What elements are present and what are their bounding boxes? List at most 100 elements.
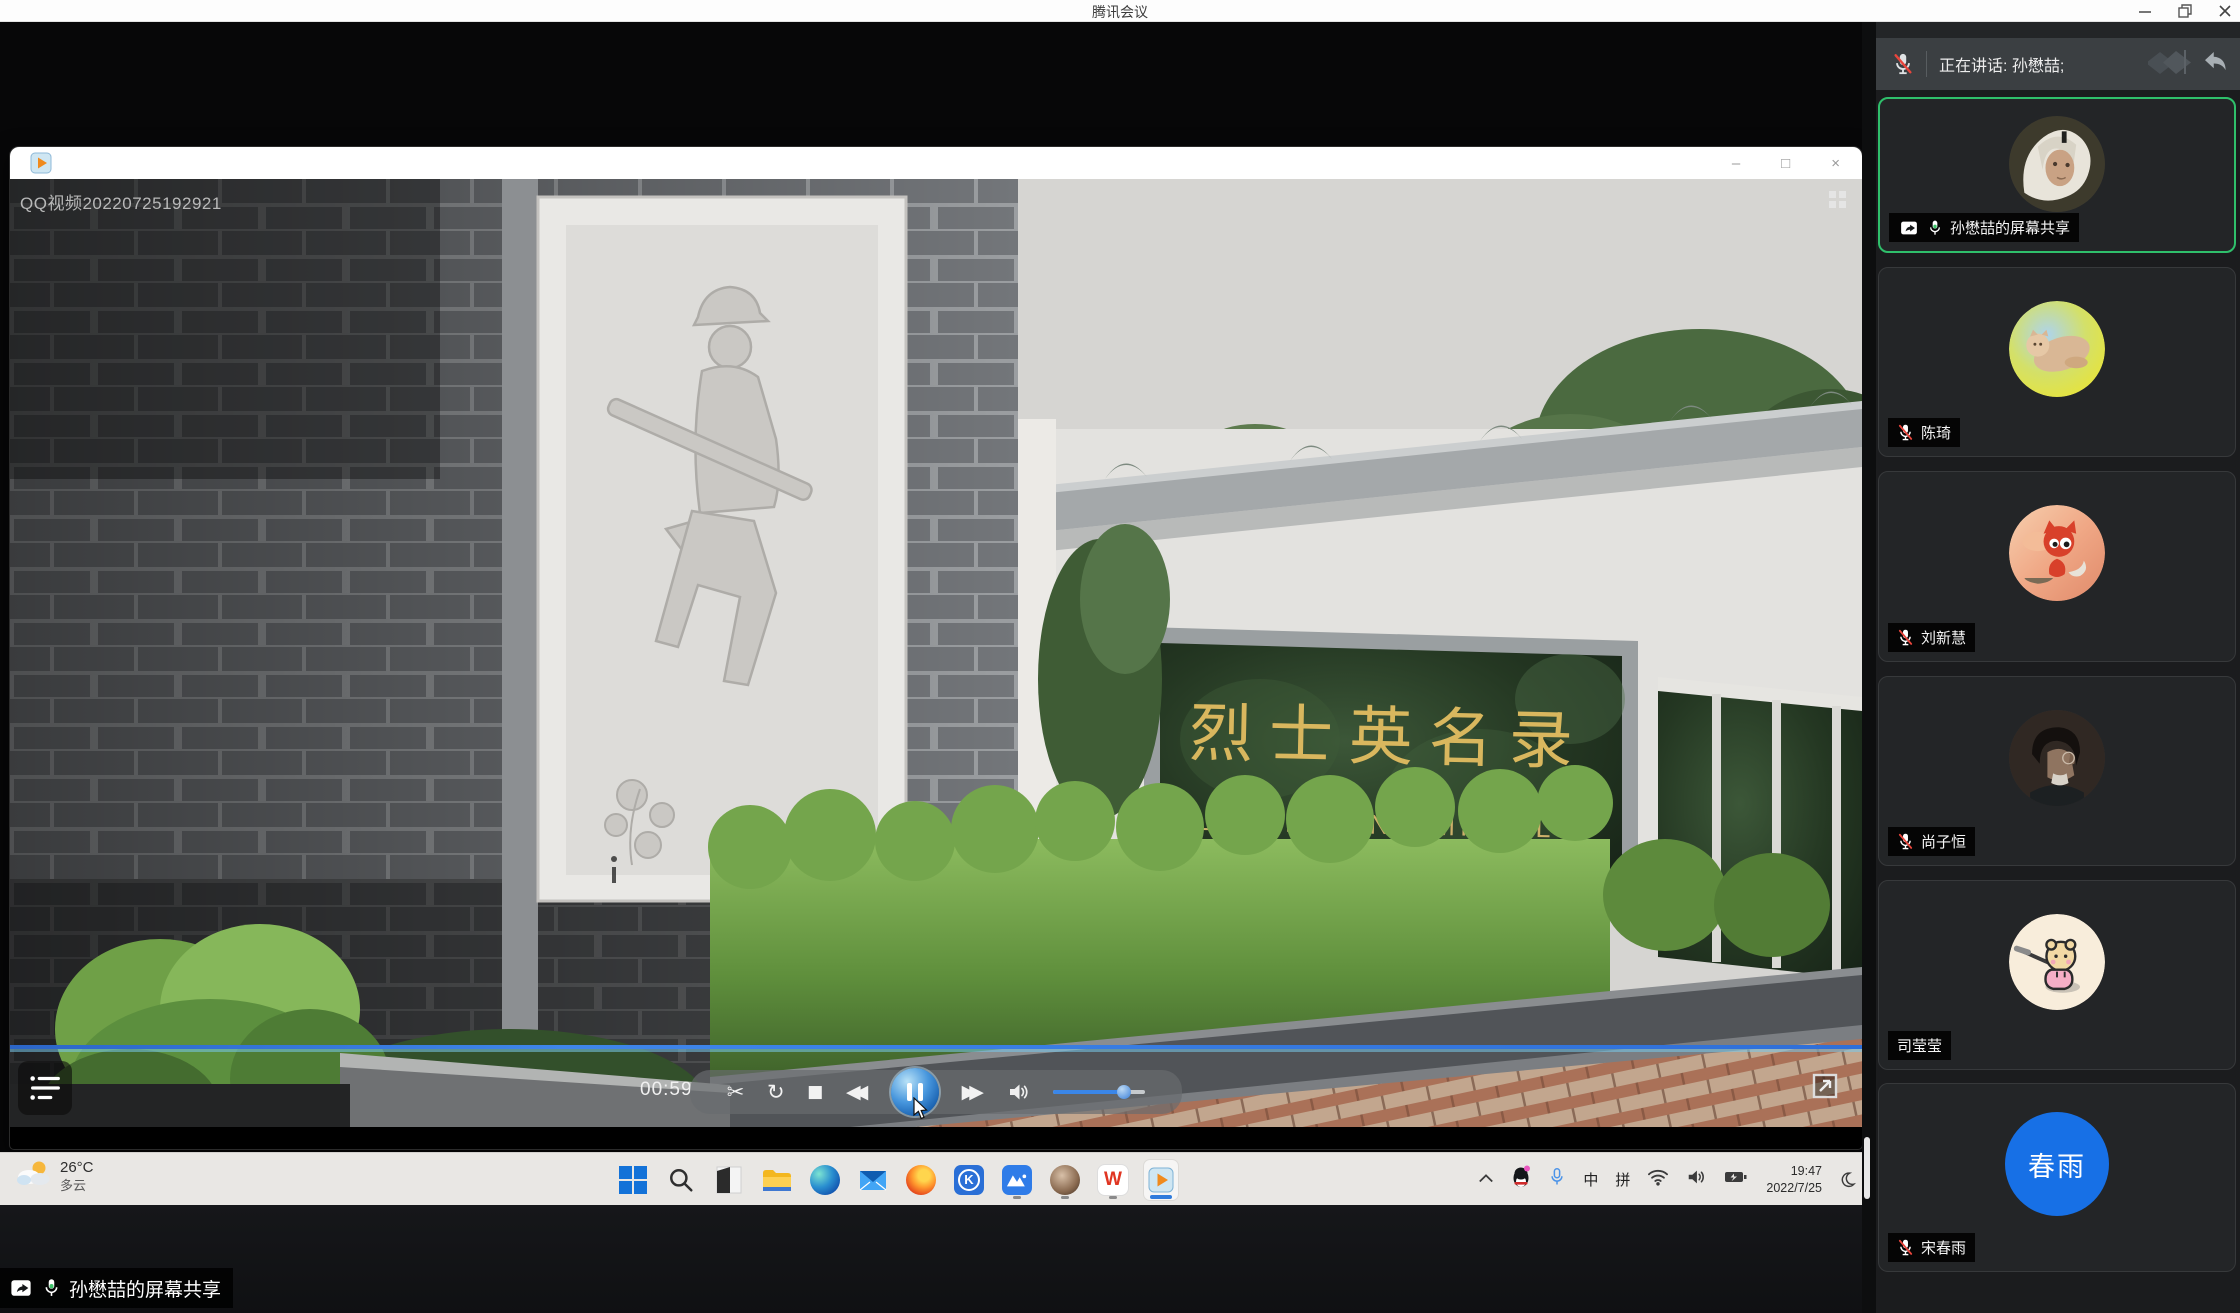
- repeat-icon[interactable]: ↻: [767, 1082, 785, 1103]
- meeting-titlebar: 腾讯会议: [0, 0, 2240, 22]
- participant-avatar: [2009, 116, 2105, 212]
- participant-tile[interactable]: 陈琦: [1878, 267, 2236, 457]
- player-close-icon[interactable]: ×: [1831, 155, 1840, 172]
- player-control-bar: ✂ ↻ ■ ◀◀ ▶▶: [690, 1070, 1182, 1114]
- participant-avatar: 春雨: [2005, 1112, 2109, 1216]
- player-minimize-icon[interactable]: –: [1732, 155, 1740, 172]
- tencent-meeting-app-icon[interactable]: [1000, 1160, 1034, 1200]
- sidebar-scrollbar[interactable]: [1864, 1137, 1870, 1199]
- participant-name: 孙懋喆的屏幕共享: [1950, 217, 2070, 238]
- player-maximize-icon[interactable]: □: [1781, 155, 1790, 172]
- close-icon[interactable]: [2218, 4, 2232, 18]
- volume-icon[interactable]: [1007, 1081, 1031, 1103]
- volume-knob[interactable]: [1117, 1085, 1131, 1099]
- windows-taskbar: 26°C多云 K: [0, 1152, 1862, 1205]
- participant-name: 司莹莹: [1897, 1035, 1942, 1056]
- fullscreen-icon[interactable]: [1812, 1073, 1838, 1099]
- mic-on-icon: [1927, 218, 1943, 238]
- firefox-browser-icon[interactable]: [904, 1160, 938, 1200]
- mic-on-icon: [42, 1276, 61, 1300]
- meeting-logo-icon: [2148, 47, 2200, 82]
- weather-temp: 26°C: [60, 1159, 94, 1178]
- mic-muted-icon: [1897, 831, 1914, 852]
- qq-tray-icon[interactable]: [1511, 1165, 1531, 1194]
- mic-muted-icon: [1897, 627, 1914, 648]
- meeting-title: 腾讯会议: [0, 2, 2240, 22]
- participant-tile[interactable]: 孙懋喆的屏幕共享: [1878, 97, 2236, 253]
- participant-avatar: [2009, 710, 2105, 806]
- video-watermark: QQ视频20220725192921: [20, 189, 222, 214]
- elapsed-time: 00:59: [640, 1079, 693, 1101]
- participants-sidebar: 正在讲话: 孙懋喆; 孙懋喆的屏: [1876, 22, 2240, 1313]
- mic-muted-icon[interactable]: [1892, 51, 1914, 77]
- screen-share-icon: [8, 1277, 34, 1299]
- weather-condition: 多云: [60, 1178, 94, 1194]
- participant-tile[interactable]: 春雨 宋春雨: [1878, 1083, 2236, 1272]
- participant-avatar: [2009, 301, 2105, 397]
- microphone-tray-icon[interactable]: [1548, 1165, 1566, 1194]
- minimize-icon[interactable]: [2138, 4, 2152, 18]
- participant-tile[interactable]: 尚子恒: [1878, 676, 2236, 866]
- tray-date: 2022/7/25: [1766, 1180, 1822, 1196]
- participant-label: 刘新慧: [1888, 623, 1975, 652]
- sign-text-cn: 烈士英名录: [1188, 697, 1589, 777]
- weather-icon: [16, 1158, 52, 1195]
- participant-name: 刘新慧: [1921, 627, 1966, 648]
- night-mode-icon[interactable]: [1839, 1171, 1856, 1188]
- start-button[interactable]: [616, 1160, 650, 1200]
- participant-label: 司莹莹: [1888, 1031, 1951, 1060]
- screen-share-icon: [1898, 219, 1920, 237]
- video-player-window: – □ ×: [10, 147, 1862, 1149]
- battery-icon[interactable]: [1723, 1167, 1749, 1192]
- edge-browser-icon[interactable]: [808, 1160, 842, 1200]
- episode-grid-icon[interactable]: [1829, 191, 1846, 208]
- back-arrow-icon[interactable]: [2200, 47, 2230, 82]
- cut-icon[interactable]: ✂: [727, 1082, 745, 1103]
- participant-name: 尚子恒: [1921, 831, 1966, 852]
- ime-pinyin-indicator[interactable]: 拼: [1615, 1169, 1630, 1190]
- video-frame-scene: 烈士英名录 LIE SHI YING MING LU: [10, 179, 1862, 1127]
- player-app-icon: [30, 152, 52, 174]
- tencent-meeting-window: 腾讯会议 – □ ×: [0, 0, 2240, 1313]
- rewind-icon[interactable]: ◀◀: [846, 1083, 868, 1102]
- shared-screen-area: – □ ×: [0, 22, 1862, 1313]
- tray-chevron-icon[interactable]: [1478, 1171, 1494, 1189]
- screen-share-overlay-label: 孙懋喆的屏幕共享: [0, 1268, 233, 1308]
- video-progress-bar[interactable]: [10, 1045, 1862, 1049]
- sidebar-divider: [1862, 22, 1876, 1313]
- mic-muted-icon: [1897, 1237, 1914, 1258]
- ime-chinese-indicator[interactable]: 中: [1583, 1169, 1598, 1190]
- weather-widget[interactable]: 26°C多云: [16, 1158, 94, 1195]
- wifi-icon[interactable]: [1647, 1167, 1669, 1192]
- social-app-icon[interactable]: [1048, 1160, 1082, 1200]
- restore-icon[interactable]: [2178, 4, 2192, 18]
- mail-app-icon[interactable]: [856, 1160, 890, 1200]
- player-titlebar[interactable]: – □ ×: [10, 147, 1862, 179]
- playlist-button[interactable]: [18, 1061, 72, 1115]
- participant-label: 尚子恒: [1888, 827, 1975, 856]
- wps-office-icon[interactable]: W: [1096, 1160, 1130, 1200]
- notebook-app-icon[interactable]: [712, 1160, 746, 1200]
- participant-tile[interactable]: 司莹莹: [1878, 880, 2236, 1070]
- video-content[interactable]: 烈士英名录 LIE SHI YING MING LU: [10, 179, 1862, 1127]
- participant-avatar: [2009, 505, 2105, 601]
- participant-name: 宋春雨: [1921, 1237, 1966, 1258]
- mouse-cursor: [913, 1097, 929, 1121]
- clock-widget[interactable]: 19:47 2022/7/25: [1766, 1163, 1822, 1196]
- speaker-icon[interactable]: [1686, 1167, 1706, 1192]
- participant-label: 孙懋喆的屏幕共享: [1889, 213, 2079, 242]
- participant-avatar: [2009, 914, 2105, 1010]
- screen-bottom-fill: [0, 1205, 1862, 1313]
- kdocs-app-icon[interactable]: K: [952, 1160, 986, 1200]
- participant-tile[interactable]: 刘新慧: [1878, 471, 2236, 662]
- video-player-app-icon[interactable]: [1144, 1160, 1178, 1200]
- search-button[interactable]: [664, 1160, 698, 1200]
- file-explorer-icon[interactable]: [760, 1160, 794, 1200]
- volume-slider[interactable]: [1053, 1090, 1145, 1094]
- share-overlay-text: 孙懋喆的屏幕共享: [69, 1275, 221, 1302]
- mic-muted-icon: [1897, 422, 1914, 443]
- participant-label: 陈琦: [1888, 418, 1960, 447]
- stop-icon[interactable]: ■: [807, 1084, 823, 1101]
- fast-forward-icon[interactable]: ▶▶: [962, 1083, 984, 1102]
- participant-label: 宋春雨: [1888, 1233, 1975, 1262]
